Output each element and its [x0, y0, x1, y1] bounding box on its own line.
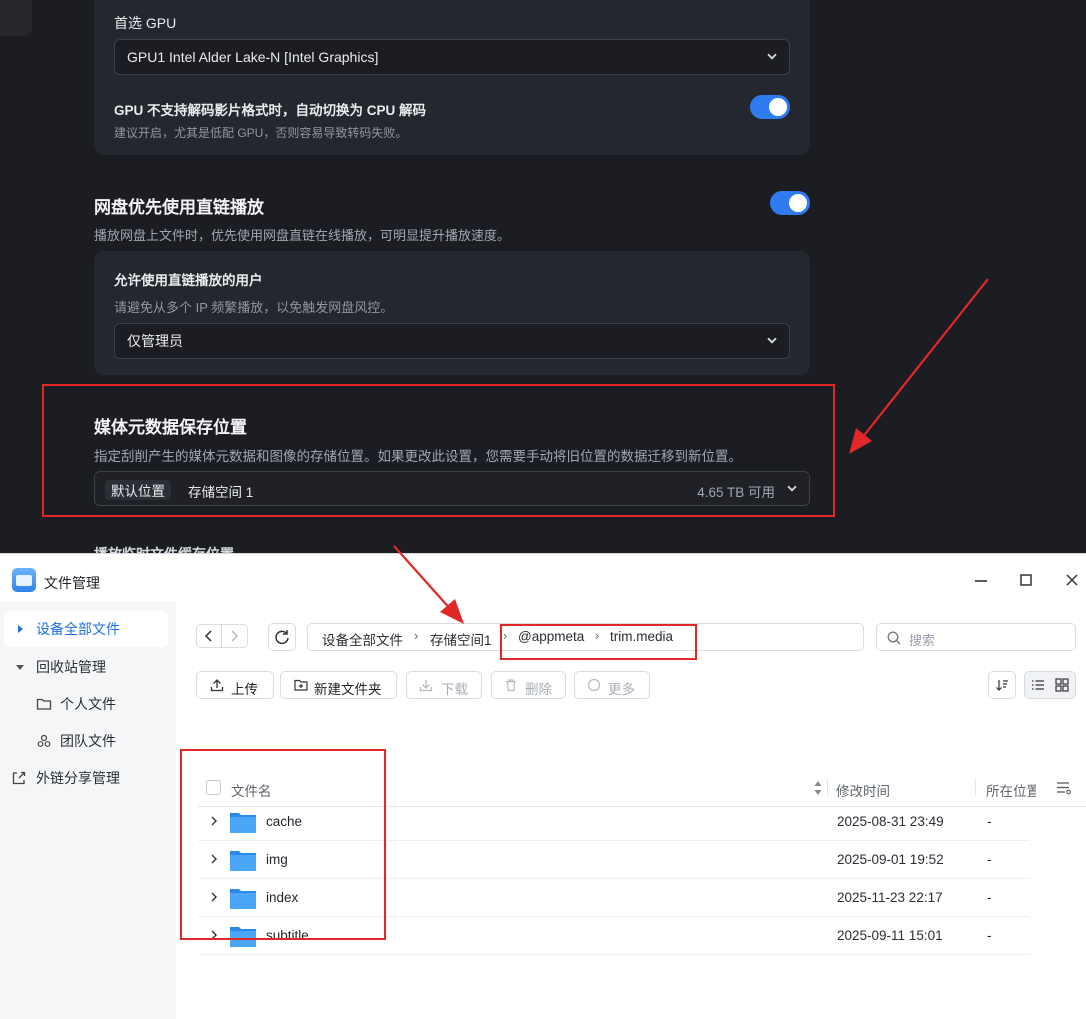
- annotation-arrows: [393, 278, 989, 624]
- annotation-arrowhead: [849, 428, 872, 454]
- annotation-arrow: [861, 278, 989, 439]
- annotation-arrow: [393, 545, 454, 613]
